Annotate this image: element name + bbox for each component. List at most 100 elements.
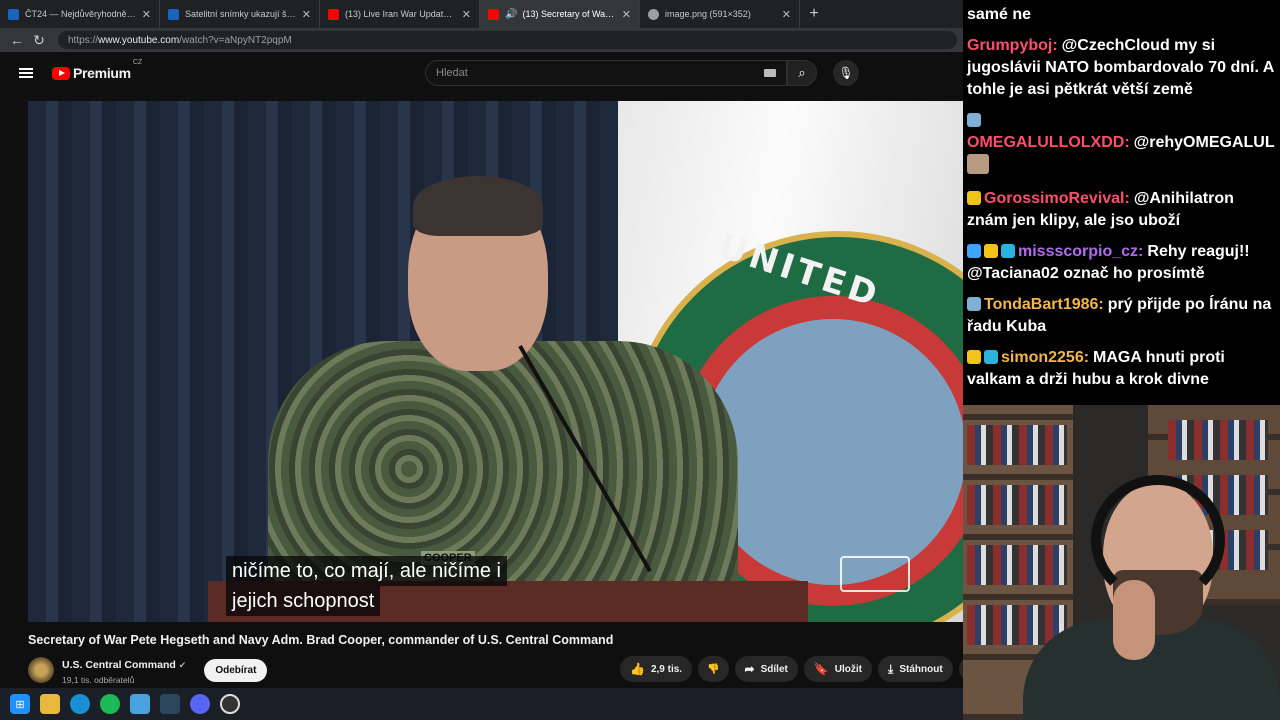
close-tab-icon[interactable]: ✕	[462, 8, 471, 21]
notepad-icon[interactable]	[130, 694, 150, 714]
bits-badge-icon	[967, 191, 981, 205]
new-tab-button[interactable]: +	[800, 0, 828, 28]
chat-username[interactable]: missscorpio_cz:	[1018, 243, 1143, 260]
subtitle-line-2: jejich schopnost	[226, 586, 381, 616]
news-favicon-icon	[168, 8, 179, 20]
microphone-icon[interactable]: 🎙	[833, 60, 859, 86]
chat-username[interactable]: OMEGALULLOLXDD:	[967, 134, 1130, 151]
windows-start-icon[interactable]: ⊞	[10, 694, 30, 714]
search-input[interactable]: Hledat	[425, 60, 787, 86]
globe-icon	[648, 8, 659, 20]
dislike-button[interactable]: 👎	[698, 656, 729, 682]
chat-message: missscorpio_cz: Rehy reaguj!! @Taciana02 …	[967, 241, 1276, 285]
video-title: Secretary of War Pete Hegseth and Navy A…	[28, 633, 614, 647]
gem-badge-icon	[1001, 244, 1015, 258]
tab-title: image.png (591×352)	[665, 9, 751, 19]
url-path: /watch?v=aNpyNT2pqpM	[179, 34, 292, 46]
chat-message: Grumpyboj: @CzechCloud my si jugoslávii N…	[967, 35, 1276, 101]
search-icon: ⌕	[798, 65, 806, 80]
prime-badge-icon	[967, 244, 981, 258]
keyboard-icon[interactable]	[764, 69, 776, 77]
video-subtitles: ničíme to, co mají, ale ničíme i jejich …	[226, 556, 507, 616]
seal-map	[700, 319, 963, 585]
tab-title: (13) Secretary of War Pete He	[522, 9, 615, 19]
download-button[interactable]: ⤓ Stáhnout	[878, 656, 953, 682]
speaker-person: COOPER	[178, 141, 738, 622]
edge-browser-icon[interactable]	[70, 694, 90, 714]
like-button[interactable]: 👍 2,9 tis.	[620, 656, 693, 682]
reload-icon[interactable]: ↻	[28, 29, 50, 51]
youtube-header: Premium CZ Hledat ⌕ 🎙	[0, 52, 963, 94]
save-button[interactable]: 🔖 Uložit	[803, 656, 873, 682]
url-prefix: https://	[68, 34, 99, 46]
discord-icon[interactable]	[190, 694, 210, 714]
obs-icon[interactable]	[220, 694, 240, 714]
tab-title: (13) Live Iran War Update: Pete He	[345, 9, 456, 19]
books	[1168, 420, 1268, 460]
verified-icon: ✔	[178, 660, 187, 670]
subscribe-button[interactable]: Odebírat	[204, 658, 268, 682]
close-tab-icon[interactable]: ✕	[302, 8, 311, 21]
menu-icon[interactable]	[0, 72, 52, 74]
sub-badge-icon	[967, 113, 981, 127]
youtube-play-icon	[52, 66, 70, 80]
logo-region: CZ	[132, 59, 143, 66]
tab-title: Satelitní snímky ukazují škody po	[185, 9, 296, 19]
chat-message: simon2256: MAGA hnuti proti valkam a drži…	[967, 347, 1276, 391]
chat-username[interactable]: Grumpyboj:	[967, 37, 1058, 54]
streamer-webcam	[963, 405, 1280, 720]
bits-badge-icon	[984, 244, 998, 258]
screen: ČT24 — Nejdůvěryhodnější zpravo ✕ Sateli…	[0, 0, 1280, 720]
ct24-favicon-icon	[8, 8, 19, 20]
url-field[interactable]: https://www.youtube.com/watch?v=aNpyNT2p…	[58, 31, 957, 49]
chat-username[interactable]: GorossimoRevival:	[984, 190, 1130, 207]
thumbs-down-icon: 👎	[707, 663, 720, 675]
tab-satelitni[interactable]: Satelitní snímky ukazují škody po ✕	[160, 0, 320, 28]
bookmark-icon: 🔖	[813, 662, 829, 676]
books	[967, 545, 1067, 585]
steam-icon[interactable]	[160, 694, 180, 714]
books	[967, 425, 1067, 465]
tab-secretary-of-war[interactable]: 🔊 (13) Secretary of War Pete He ✕	[480, 0, 640, 28]
share-icon: ➦	[744, 662, 755, 676]
search-placeholder: Hledat	[436, 67, 468, 79]
chat-text: @rehyOMEGALUL	[1133, 134, 1275, 151]
headphones-icon	[1091, 475, 1225, 605]
search-button[interactable]: ⌕	[787, 60, 817, 86]
address-bar: ← ↻ https://www.youtube.com/watch?v=aNpy…	[0, 28, 963, 52]
like-count: 2,9 tis.	[650, 663, 683, 675]
video-player[interactable]: UNITED COOPER ničíme to, co mají, ale ni…	[28, 101, 963, 622]
chat-username[interactable]: simon2256:	[1001, 349, 1089, 366]
streamer-hand	[1113, 580, 1155, 660]
books	[967, 485, 1067, 525]
channel-name[interactable]: U.S. Central Command	[62, 659, 176, 671]
file-explorer-icon[interactable]	[40, 694, 60, 714]
browser-tabbar: ČT24 — Nejdůvěryhodnější zpravo ✕ Sateli…	[0, 0, 963, 28]
youtube-logo[interactable]: Premium CZ	[52, 59, 142, 81]
back-arrow-icon[interactable]: ←	[6, 29, 28, 51]
download-label: Stáhnout	[899, 663, 943, 675]
channel-info: U.S. Central Command ✔ 19,1 tis. odběrate…	[62, 655, 186, 685]
share-button[interactable]: ➦ Sdílet	[734, 656, 798, 682]
chat-username[interactable]: TondaBart1986:	[984, 296, 1104, 313]
tab-image-png[interactable]: image.png (591×352) ✕	[640, 0, 800, 28]
video-actions: 👍2,9 tis. 👎 ➦Sdílet 🔖Uložit ⤓Stáhnout ⋯	[620, 656, 985, 682]
close-tab-icon[interactable]: ✕	[622, 8, 631, 21]
gem-badge-icon	[984, 350, 998, 364]
url-host: www.youtube.com	[98, 34, 180, 46]
tab-ct24[interactable]: ČT24 — Nejdůvěryhodnější zpravo ✕	[0, 0, 160, 28]
close-tab-icon[interactable]: ✕	[142, 8, 151, 21]
tab-live-iran[interactable]: (13) Live Iran War Update: Pete He ✕	[320, 0, 480, 28]
youtube-favicon-icon	[328, 8, 339, 20]
bits-badge-icon	[967, 350, 981, 364]
chat-text: samé ne	[967, 6, 1032, 23]
chat-message: samé ne	[967, 4, 1276, 26]
chat-message: TondaBart1986: prý přijde po Íránu na řad…	[967, 294, 1276, 338]
speaker-icon[interactable]: 🔊	[505, 9, 517, 20]
logo-text: Premium	[73, 65, 131, 81]
channel-avatar[interactable]	[28, 657, 54, 683]
close-tab-icon[interactable]: ✕	[782, 8, 791, 21]
cat-emote-icon	[967, 154, 989, 174]
spotify-icon[interactable]	[100, 694, 120, 714]
youtube-favicon-icon	[488, 8, 499, 20]
